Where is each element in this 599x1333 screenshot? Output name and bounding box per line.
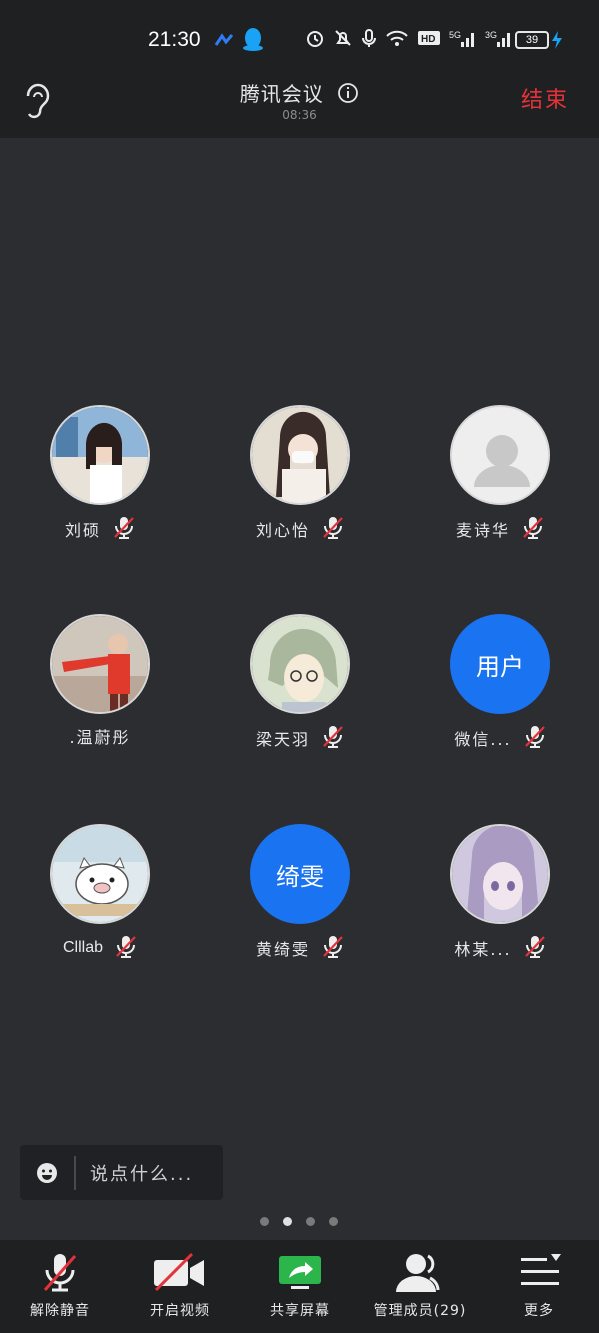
mic-muted-icon: [113, 515, 135, 543]
page-dot[interactable]: [260, 1217, 269, 1226]
participant-name-row: 刘硕: [0, 515, 200, 543]
participant-tile[interactable]: 绮雯 黄绮雯: [200, 824, 400, 994]
avatar: [250, 405, 350, 505]
participant-name: 林某...: [454, 940, 512, 959]
avatar: [450, 405, 550, 505]
microphone-status-icon: [361, 28, 377, 52]
participant-tile[interactable]: Clllab: [0, 824, 200, 994]
avatar: [50, 824, 150, 924]
mic-muted-icon: [43, 1254, 77, 1292]
svg-text:HD: HD: [421, 34, 435, 45]
alarm-icon: [305, 28, 325, 52]
app-notification-icon: [214, 32, 234, 51]
avatar: 绮雯: [250, 824, 350, 924]
chat-divider: [74, 1155, 76, 1190]
mic-muted-icon: [115, 934, 137, 962]
unmute-button[interactable]: 解除静音: [0, 1240, 120, 1333]
participant-name: 梁天羽: [255, 730, 310, 749]
meeting-timer: 08:36: [282, 108, 317, 122]
share-screen-label: 共享屏幕: [270, 1303, 330, 1319]
meeting-header: 腾讯会议 08:36 结束: [0, 72, 599, 138]
unmute-label: 解除静音: [30, 1303, 90, 1319]
participant-name-row: 梁天羽: [200, 724, 400, 752]
page-dot-active[interactable]: [283, 1217, 292, 1226]
chat-placeholder: 说点什么...: [90, 1163, 194, 1185]
participant-tile[interactable]: 梁天羽: [200, 614, 400, 784]
participant-name: 麦诗华: [455, 521, 510, 540]
chat-input[interactable]: 说点什么...: [20, 1145, 223, 1200]
charging-icon: [551, 30, 563, 54]
mic-muted-icon: [322, 724, 344, 752]
participant-name-row: .温蔚彤: [0, 724, 200, 748]
avatar: [450, 824, 550, 924]
participant-tile[interactable]: 刘硕: [0, 405, 200, 575]
participant-tile[interactable]: 用户 微信...: [400, 614, 599, 784]
avatar: [50, 614, 150, 714]
participant-name-row: 微信...: [400, 724, 599, 752]
manage-members-button[interactable]: 管理成员(29): [360, 1240, 480, 1333]
battery-indicator: 39: [515, 31, 549, 49]
wifi-icon: [385, 28, 409, 52]
more-menu-icon: [521, 1254, 561, 1285]
more-button[interactable]: 更多: [479, 1240, 599, 1333]
participant-name-row: 黄绮雯: [200, 934, 400, 962]
participant-tile[interactable]: 麦诗华: [400, 405, 599, 575]
share-screen-button[interactable]: 共享屏幕: [240, 1240, 360, 1333]
video-off-icon: [154, 1252, 204, 1292]
participant-name-row: 麦诗华: [400, 515, 599, 543]
avatar: [50, 405, 150, 505]
members-icon: [396, 1254, 440, 1292]
mic-muted-icon: [524, 934, 546, 962]
participant-name: 黄绮雯: [255, 940, 310, 959]
signal-3g-icon: 3G: [485, 28, 513, 52]
page-dot[interactable]: [306, 1217, 315, 1226]
meeting-title: 腾讯会议: [0, 78, 599, 109]
share-screen-icon: [279, 1256, 321, 1289]
end-meeting-button[interactable]: 结束: [521, 82, 569, 114]
start-video-button[interactable]: 开启视频: [120, 1240, 240, 1333]
mute-bell-icon: [333, 28, 353, 52]
more-label: 更多: [524, 1303, 554, 1319]
svg-text:5G: 5G: [449, 30, 461, 40]
participant-tile[interactable]: 林某...: [400, 824, 599, 994]
mic-muted-icon: [322, 934, 344, 962]
participant-tile[interactable]: .温蔚彤: [0, 614, 200, 784]
page-dot[interactable]: [329, 1217, 338, 1226]
signal-5g-icon: 5G: [449, 28, 477, 52]
avatar: 用户: [450, 614, 550, 714]
mic-muted-icon: [322, 515, 344, 543]
emoji-icon[interactable]: [36, 1162, 58, 1184]
avatar-text: 绮雯: [276, 862, 324, 891]
svg-text:3G: 3G: [485, 30, 497, 40]
page-indicator[interactable]: [260, 1217, 338, 1226]
participant-name: 微信...: [454, 730, 512, 749]
participant-name-row: Clllab: [0, 934, 200, 962]
meeting-toolbar: 解除静音 开启视频 共享屏幕 管理成员(29) 更多: [0, 1240, 599, 1333]
participant-name-row: 林某...: [400, 934, 599, 962]
participant-name: Clllab: [62, 939, 103, 956]
hd-icon: HD: [417, 29, 441, 51]
avatar: [250, 614, 350, 714]
participant-tile[interactable]: 刘心怡: [200, 405, 400, 575]
manage-members-label: 管理成员(29): [373, 1303, 467, 1319]
mic-muted-icon: [524, 724, 546, 752]
start-video-label: 开启视频: [150, 1303, 210, 1319]
mic-muted-icon: [522, 515, 544, 543]
participant-name-row: 刘心怡: [200, 515, 400, 543]
status-icons: HD 5G 3G: [305, 28, 513, 52]
participant-name: 刘硕: [64, 521, 101, 540]
avatar-text: 用户: [476, 652, 524, 681]
status-bar: 21:30 HD 5G 3G 39: [0, 0, 599, 72]
default-user-icon: [474, 435, 530, 487]
participant-name: .温蔚彤: [69, 728, 131, 747]
battery-level: 39: [525, 34, 539, 46]
status-time: 21:30: [148, 28, 201, 51]
qq-icon: [242, 27, 264, 55]
participant-name: 刘心怡: [255, 521, 310, 540]
meeting-title-text: 腾讯会议: [239, 82, 324, 106]
info-icon[interactable]: [337, 82, 359, 109]
